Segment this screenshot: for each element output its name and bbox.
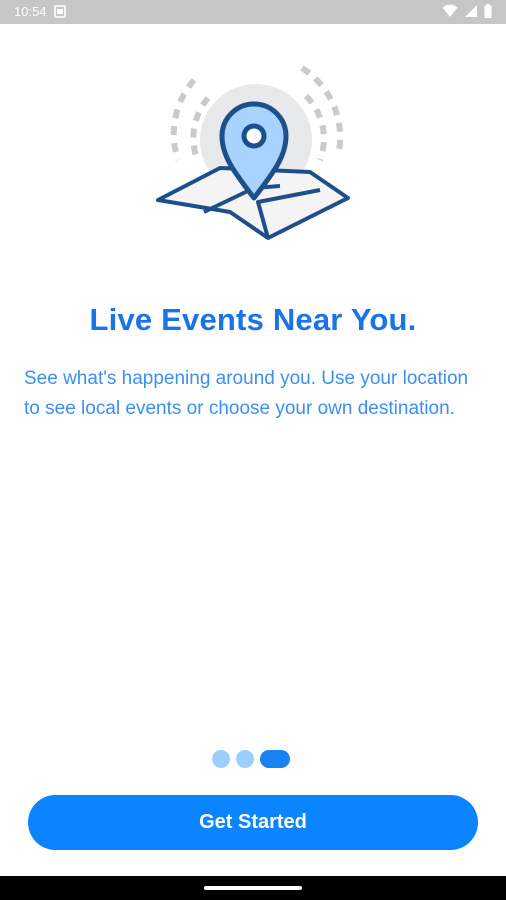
status-bar: 10:54 (0, 0, 506, 24)
page-description: See what's happening around you. Use you… (24, 368, 469, 419)
get-started-button[interactable]: Get Started (28, 795, 478, 850)
signal-wave-left-outer (170, 78, 197, 161)
home-indicator[interactable] (204, 886, 302, 890)
navigation-bar (0, 876, 506, 900)
status-icons (442, 4, 492, 18)
cellular-signal-icon (464, 4, 478, 18)
page-dot-3-active (260, 750, 290, 768)
wifi-icon (442, 4, 458, 18)
page-dot-2 (236, 750, 254, 768)
map-pin-hole (241, 123, 267, 149)
screenshot-icon (54, 5, 66, 23)
battery-icon (484, 4, 492, 18)
page-dot-1 (212, 750, 230, 768)
status-time: 10:54 (14, 4, 47, 19)
location-pin-on-map-icon (150, 60, 360, 250)
page-title: Live Events Near You. (89, 302, 417, 337)
page-indicator (212, 750, 290, 768)
